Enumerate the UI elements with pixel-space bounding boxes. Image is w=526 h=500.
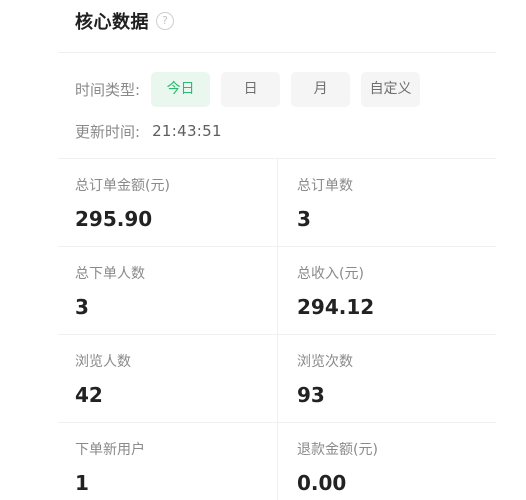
metric-value: 294.12 xyxy=(297,295,375,319)
metric-total-order-amount: 总订单金额(元) 295.90 xyxy=(58,159,277,246)
metric-label: 总收入(元) xyxy=(297,266,364,282)
page-title: 核心数据 xyxy=(75,12,149,33)
metrics-row: 下单新用户 1 退款金额(元) 0.00 xyxy=(58,422,496,500)
metric-refund-amount: 退款金额(元) 0.00 xyxy=(277,423,496,500)
metric-page-views: 浏览次数 93 xyxy=(277,335,496,422)
metric-value: 1 xyxy=(75,471,89,495)
metric-label: 退款金额(元) xyxy=(297,442,378,458)
metric-value: 295.90 xyxy=(75,207,153,231)
metric-new-buyers: 下单新用户 1 xyxy=(58,423,277,500)
header-divider xyxy=(58,52,496,53)
metric-label: 下单新用户 xyxy=(75,442,145,458)
metric-total-income: 总收入(元) 294.12 xyxy=(277,247,496,334)
metric-total-orders: 总订单数 3 xyxy=(277,159,496,246)
metric-label: 浏览次数 xyxy=(297,354,353,370)
time-option-today[interactable]: 今日 xyxy=(151,72,211,107)
metric-label: 总订单数 xyxy=(297,178,353,194)
question-circle-icon[interactable]: ? xyxy=(156,12,174,30)
time-type-filter: 时间类型: 今日 日 月 自定义 xyxy=(75,72,421,107)
time-option-day[interactable]: 日 xyxy=(221,72,281,107)
time-option-month[interactable]: 月 xyxy=(291,72,351,107)
metrics-row: 总订单金额(元) 295.90 总订单数 3 xyxy=(58,158,496,246)
metric-value: 3 xyxy=(297,207,311,231)
metrics-row: 总下单人数 3 总收入(元) 294.12 xyxy=(58,246,496,334)
update-time-value: 21:43:51 xyxy=(152,122,222,140)
core-data-panel: 核心数据 ? 时间类型: 今日 日 月 自定义 更新时间: 21:43:51 总… xyxy=(0,0,526,500)
metric-value: 93 xyxy=(297,383,325,407)
metric-value: 3 xyxy=(75,295,89,319)
metric-total-buyers: 总下单人数 3 xyxy=(58,247,277,334)
time-option-custom[interactable]: 自定义 xyxy=(361,72,421,107)
metrics-row: 浏览人数 42 浏览次数 93 xyxy=(58,334,496,422)
update-time-row: 更新时间: 21:43:51 xyxy=(75,120,222,142)
metrics-grid: 总订单金额(元) 295.90 总订单数 3 总下单人数 3 总收入(元) 29… xyxy=(58,158,496,500)
time-type-label: 时间类型: xyxy=(75,81,141,99)
update-time-label: 更新时间: xyxy=(75,122,141,141)
metric-label: 总下单人数 xyxy=(75,266,145,282)
metric-value: 42 xyxy=(75,383,103,407)
metric-visitors: 浏览人数 42 xyxy=(58,335,277,422)
metric-value: 0.00 xyxy=(297,471,347,495)
metric-label: 总订单金额(元) xyxy=(75,178,170,194)
metric-label: 浏览人数 xyxy=(75,354,131,370)
panel-header: 核心数据 ? xyxy=(75,6,174,36)
